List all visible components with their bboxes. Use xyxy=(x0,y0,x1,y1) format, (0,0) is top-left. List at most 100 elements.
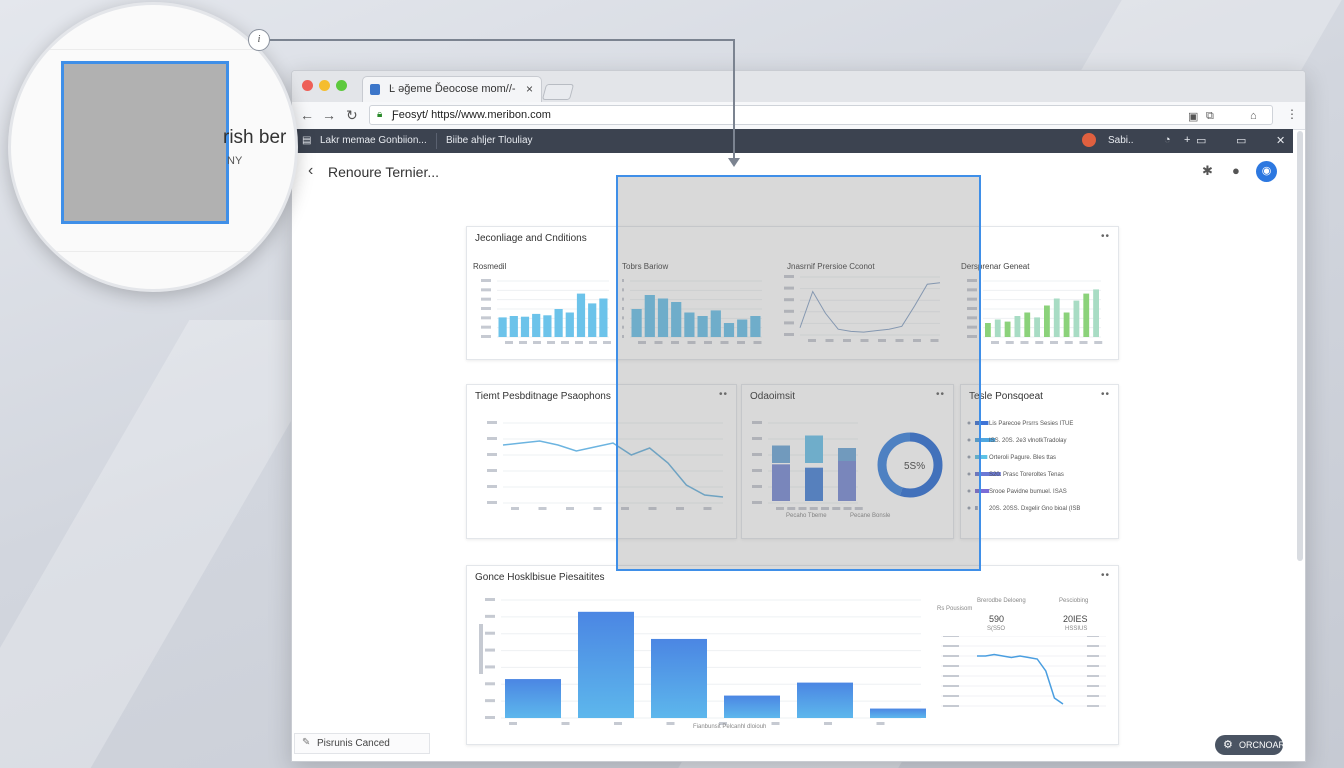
bar xyxy=(651,638,707,718)
tick-label xyxy=(519,341,527,344)
legend-item: Pesciobing xyxy=(1059,598,1089,604)
bar xyxy=(599,298,608,337)
tick-label xyxy=(943,636,959,637)
minimize-window-button[interactable] xyxy=(319,80,330,91)
tick-label xyxy=(547,341,555,344)
new-tab-button[interactable] xyxy=(541,84,575,100)
tick-label xyxy=(561,722,570,725)
screenshot-icon[interactable]: ▣ xyxy=(1188,110,1198,123)
selection-box[interactable] xyxy=(616,175,981,571)
bar xyxy=(1034,317,1040,337)
tick-label xyxy=(485,598,495,601)
avatar[interactable]: ◉ xyxy=(1256,161,1277,182)
tick-label xyxy=(943,645,959,647)
url-input[interactable]: 🔒︎ Ƒeosyt/ https//www.meribon.com ▣ ⧉ ⌂ xyxy=(369,105,1273,125)
chart-1 xyxy=(481,279,611,344)
gear-icon: ⚙ xyxy=(1223,739,1233,751)
tick-label xyxy=(943,685,959,687)
sync-icon[interactable]: ◔ xyxy=(1164,134,1171,146)
bar xyxy=(1063,312,1070,337)
tick-label xyxy=(771,722,780,725)
tick-label xyxy=(533,341,541,344)
tick-label xyxy=(509,722,517,725)
tick-label xyxy=(593,507,602,510)
connector-line xyxy=(733,39,735,161)
bar xyxy=(520,316,530,337)
tick-label xyxy=(487,485,497,488)
card-menu-icon[interactable]: •• xyxy=(1101,389,1110,400)
profile-badge-icon[interactable] xyxy=(1082,133,1096,147)
row-label: 20S. 20SS. Dxgelir Gno bioal (ISB xyxy=(989,506,1080,512)
doc-icon: ▤ xyxy=(302,135,312,146)
favicon-icon xyxy=(370,84,380,95)
tick-label xyxy=(614,722,622,725)
card-bottom: Gonce Hosklbisue Piesaitites •• Fianbuns… xyxy=(466,565,1119,745)
card-title: Jeconliage and Cnditions xyxy=(475,233,587,244)
bar xyxy=(724,695,780,718)
window-icon[interactable]: ▭ xyxy=(1196,134,1206,147)
zoomed-text: rish ber xyxy=(223,127,287,148)
tray-icon[interactable]: ▭ xyxy=(1236,134,1246,147)
bar xyxy=(1004,321,1011,337)
tick-label xyxy=(943,665,959,667)
bar xyxy=(498,317,507,337)
bookmark-item-2[interactable]: Biibe ahljer Tlouliay xyxy=(446,135,533,146)
tick-label xyxy=(481,325,491,329)
tick-label xyxy=(481,307,491,310)
hbar-chart: Lis Parecoe Prsrrs Sesies ITUE ISS. 20S. … xyxy=(967,421,1080,512)
settings-icon[interactable]: ✱ xyxy=(1202,163,1213,179)
tick-label xyxy=(481,288,491,292)
stat-sub: HSSIUS xyxy=(1065,626,1088,632)
tick-label xyxy=(505,341,513,344)
back-icon[interactable]: ← xyxy=(300,107,314,123)
notification-icon[interactable]: ● xyxy=(1232,163,1240,178)
status-item[interactable]: ✎ Pisrunis Canced xyxy=(294,733,430,754)
bar xyxy=(1024,312,1031,337)
card-title: Tiemt Pesbditnage Psaophons xyxy=(475,391,611,402)
bar xyxy=(509,316,518,337)
browser-tab[interactable]: Ŀ əğeme Ďeocose mom//- × xyxy=(362,76,542,102)
tick-label xyxy=(485,631,495,635)
bar xyxy=(532,313,541,337)
tick-label xyxy=(538,507,547,510)
maximize-window-button[interactable] xyxy=(336,80,347,91)
bar xyxy=(985,323,991,337)
tick-label xyxy=(589,341,597,344)
scrollbar[interactable] xyxy=(1297,131,1303,561)
info-icon: i xyxy=(248,29,270,51)
bar xyxy=(797,682,853,718)
tick-label xyxy=(1087,685,1099,687)
close-window-button[interactable] xyxy=(302,80,313,91)
url-text: Ƒeosyt/ https//www.meribon.com xyxy=(392,109,551,121)
row-label: Srooe Pavidne bumuel. ISAS xyxy=(989,489,1067,495)
bar xyxy=(588,303,597,337)
divider xyxy=(436,133,437,149)
tick-label xyxy=(1020,341,1029,344)
bookmark-right-label[interactable]: Sabi.. xyxy=(1108,135,1134,146)
bar xyxy=(1073,300,1080,337)
tick-label xyxy=(511,507,519,510)
tick-label xyxy=(1087,645,1099,647)
add-icon[interactable]: + xyxy=(1184,134,1190,146)
close-icon[interactable]: ✕ xyxy=(1276,134,1285,147)
tick-label xyxy=(485,614,495,618)
menu-icon[interactable]: ⋮ xyxy=(1286,107,1298,121)
reload-icon[interactable]: ↻ xyxy=(346,107,358,124)
forward-icon[interactable]: → xyxy=(322,107,336,123)
card-menu-icon[interactable]: •• xyxy=(1101,231,1110,242)
bar xyxy=(578,611,634,718)
tick-label xyxy=(1094,341,1103,344)
tick-label xyxy=(485,699,495,703)
bookmark-item-1[interactable]: Lakr memae Gonbiion... xyxy=(320,135,427,146)
bookmarks-bar: ▤ Lakr memae Gonbiion... Biibe ahljer Tl… xyxy=(292,129,1293,153)
stat-value: 20IES xyxy=(1063,614,1088,624)
share-icon[interactable]: ⧉ xyxy=(1206,110,1214,123)
back-button[interactable]: ‹ xyxy=(308,162,313,180)
tick-label xyxy=(487,421,497,424)
tab-close-icon[interactable]: × xyxy=(526,82,533,96)
tick-label xyxy=(1087,695,1099,697)
home-icon[interactable]: ⌂ xyxy=(1250,110,1257,122)
bar xyxy=(1053,298,1060,337)
card-menu-icon[interactable]: •• xyxy=(1101,570,1110,581)
action-pill-button[interactable]: ⚙ ORCNOAR xyxy=(1215,735,1285,755)
